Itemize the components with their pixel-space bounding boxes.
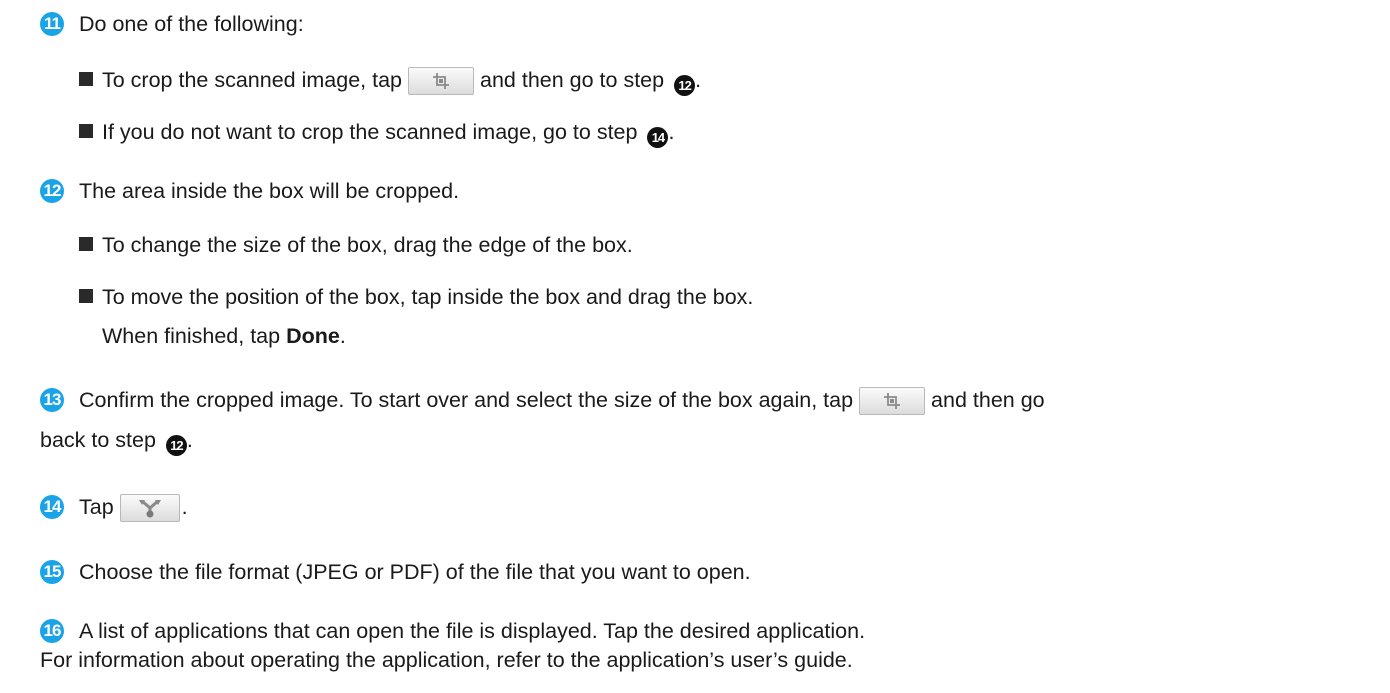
period: . [181, 495, 188, 519]
crop-button[interactable] [859, 387, 926, 415]
share-button[interactable] [119, 494, 180, 522]
crop-icon [433, 73, 449, 89]
step-number-13: 13 [40, 388, 64, 412]
period: . [339, 324, 346, 348]
step-14-text: Tap [79, 495, 114, 519]
step-number-16: 16 [40, 619, 64, 643]
step-ref-12: 12 [674, 75, 696, 96]
step-13-line-2: back to step 12. [40, 426, 193, 456]
step-14-line: Tap. [79, 493, 188, 522]
step-ref-14: 14 [647, 127, 669, 148]
bullet-text: If you do not want to crop the scanned i… [102, 120, 638, 144]
period: . [668, 120, 675, 144]
step-number-11: 11 [40, 12, 64, 36]
crop-button[interactable] [408, 67, 474, 95]
period: . [186, 428, 193, 452]
crop-icon [884, 393, 901, 409]
step-15-text: Choose the file format (JPEG or PDF) of … [79, 560, 751, 584]
step-13-text-a: Confirm the cropped image. To start over… [79, 388, 854, 412]
step-ref-12: 12 [165, 435, 187, 456]
bullet-square [79, 124, 93, 138]
bullet-square [79, 237, 93, 251]
step-16-line-2: For information about operating the appl… [40, 648, 853, 672]
bullet-text: To move the position of the box, tap ins… [102, 285, 754, 309]
bullet-text-a: To crop the scanned image, tap [102, 68, 402, 92]
step-12-bullet-1: To change the size of the box, drag the … [79, 231, 633, 259]
step-number-12: 12 [40, 179, 64, 203]
step-number-15: 15 [40, 560, 64, 584]
bullet-square [79, 72, 93, 86]
share-icon [138, 499, 161, 518]
step-12-text: The area inside the box will be cropped. [79, 179, 460, 203]
step-12-finish: When finished, tap Done. [102, 322, 346, 350]
step-13-text-b: and then go [931, 388, 1045, 412]
bullet-text-b: and then go to step [480, 68, 665, 92]
period: . [695, 68, 702, 92]
finish-prefix: When finished, tap [102, 324, 281, 348]
step-11-text: Do one of the following: [79, 12, 304, 36]
bullet-text: To change the size of the box, drag the … [102, 233, 633, 257]
step-13-text-c: back to step [40, 428, 156, 452]
bullet-square [79, 289, 93, 303]
done-label: Done [286, 324, 340, 348]
step-12-bullet-2: To move the position of the box, tap ins… [79, 283, 753, 311]
step-11-bullet-1: To crop the scanned image, tap and then g… [79, 66, 701, 96]
step-16-line-1: A list of applications that can open the… [79, 619, 866, 643]
step-13-line-1: Confirm the cropped image. To start over… [79, 386, 1045, 415]
step-number-14: 14 [40, 495, 64, 519]
step-11-bullet-2: If you do not want to crop the scanned i… [79, 118, 674, 148]
